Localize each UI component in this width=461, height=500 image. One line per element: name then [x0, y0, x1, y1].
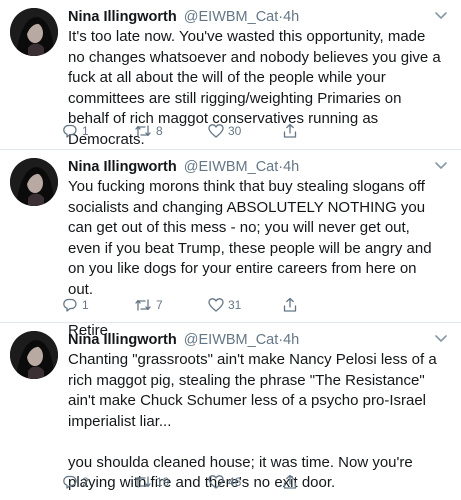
tweet-actions: 1 7 31 [62, 296, 322, 314]
author-name[interactable]: Nina Illingworth [68, 9, 177, 25]
avatar[interactable] [10, 331, 58, 379]
timestamp[interactable]: 4h [283, 9, 299, 25]
avatar-image [10, 331, 58, 379]
like-count: 30 [228, 124, 242, 138]
share-button[interactable] [282, 122, 298, 140]
reply-icon [63, 475, 77, 489]
like-count: 31 [228, 298, 242, 312]
reply-icon [63, 124, 77, 138]
chevron-down-icon[interactable] [433, 332, 449, 346]
like-button[interactable]: 30 [208, 122, 241, 140]
reply-icon [63, 298, 77, 312]
reply-button[interactable]: 1 [62, 296, 89, 314]
tweet[interactable]: Nina Illingworth @EIWBM_Cat·4h Chanting … [0, 323, 461, 500]
retweet-count: 8 [156, 124, 163, 138]
like-button[interactable]: 46 [208, 473, 241, 491]
tweet-text: Chanting "grassroots" ain't make Nancy P… [68, 351, 437, 491]
tweet-actions: 2 19 46 [62, 473, 322, 491]
author-handle[interactable]: @EIWBM_Cat [184, 332, 278, 348]
tweet-header: Nina Illingworth @EIWBM_Cat·4h [68, 157, 451, 177]
retweet-count: 7 [156, 298, 163, 312]
share-button[interactable] [282, 296, 298, 314]
share-icon [283, 474, 297, 489]
reply-button[interactable]: 2 [62, 473, 89, 491]
heart-icon [208, 298, 224, 312]
timestamp[interactable]: 4h [283, 159, 299, 175]
like-button[interactable]: 31 [208, 296, 241, 314]
reply-button[interactable]: 1 [62, 122, 89, 140]
heart-icon [208, 124, 224, 138]
tweet-header: Nina Illingworth @EIWBM_Cat·4h [68, 7, 451, 27]
avatar[interactable] [10, 8, 58, 56]
tweet-actions: 1 8 30 [62, 122, 322, 140]
retweet-button[interactable]: 8 [134, 122, 163, 140]
share-icon [283, 123, 297, 138]
reply-count: 1 [82, 124, 89, 138]
reply-count: 2 [82, 475, 89, 489]
tweet[interactable]: Nina Illingworth @EIWBM_Cat·4h You fucki… [0, 150, 461, 339]
author-handle[interactable]: @EIWBM_Cat [184, 159, 278, 175]
avatar-image [10, 8, 58, 56]
retweet-icon [135, 299, 151, 311]
timestamp[interactable]: 4h [283, 332, 299, 348]
chevron-down-icon[interactable] [433, 9, 449, 23]
reply-count: 1 [82, 298, 89, 312]
chevron-down-icon[interactable] [433, 159, 449, 173]
author-handle[interactable]: @EIWBM_Cat [184, 9, 278, 25]
author-name[interactable]: Nina Illingworth [68, 159, 177, 175]
retweet-button[interactable]: 19 [134, 473, 169, 491]
heart-icon [208, 475, 224, 489]
avatar-image [10, 158, 58, 206]
retweet-button[interactable]: 7 [134, 296, 163, 314]
avatar[interactable] [10, 158, 58, 206]
tweet[interactable]: Nina Illingworth @EIWBM_Cat·4h It's too … [0, 0, 461, 150]
retweet-icon [135, 125, 151, 137]
tweet-header: Nina Illingworth @EIWBM_Cat·4h [68, 330, 451, 350]
like-count: 46 [228, 475, 242, 489]
author-name[interactable]: Nina Illingworth [68, 332, 177, 348]
retweet-icon [135, 476, 151, 488]
share-button[interactable] [282, 473, 298, 491]
share-icon [283, 297, 297, 312]
tweet-text: You fucking morons think that buy steali… [68, 178, 432, 339]
retweet-count: 19 [156, 475, 170, 489]
